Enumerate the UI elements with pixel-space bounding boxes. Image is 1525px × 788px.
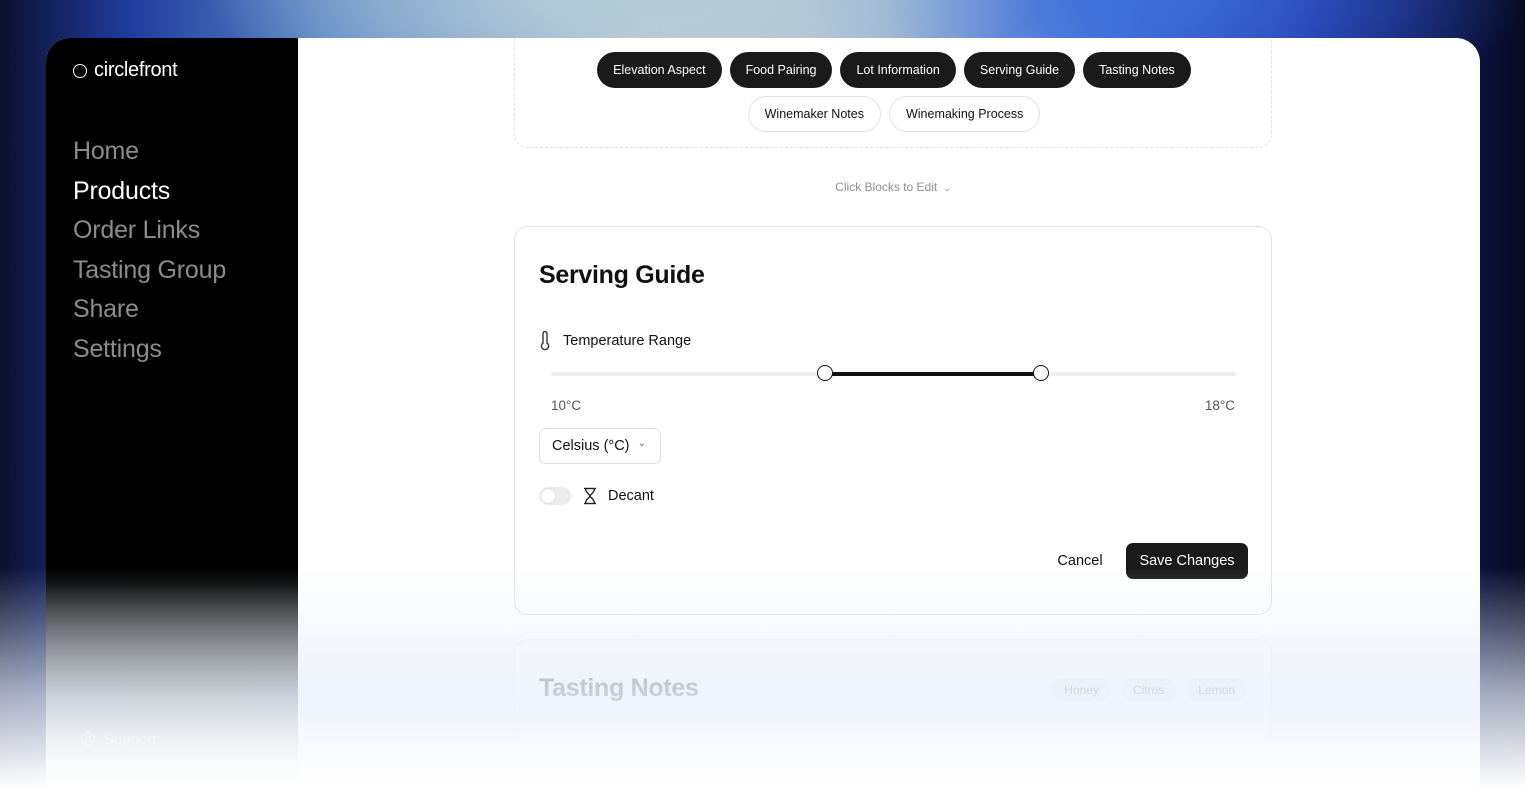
hourglass-icon: [584, 487, 596, 505]
temperature-slider-max-handle[interactable]: [1032, 365, 1049, 381]
tag-citrus: Citrus: [1120, 678, 1177, 702]
nav-item-products[interactable]: Products: [73, 175, 226, 215]
click-blocks-to-edit[interactable]: Click Blocks to Edit ⌄: [514, 180, 1272, 194]
lifebuoy-icon: [80, 731, 96, 747]
support-label: Support: [104, 730, 157, 748]
tasting-notes-tags: Honey Citrus Lemon: [1052, 678, 1247, 702]
send-icon: [80, 767, 96, 783]
chip-winemaking-process[interactable]: Winemaking Process: [888, 96, 1041, 132]
chip-tasting-notes[interactable]: Tasting Notes: [1083, 52, 1191, 88]
temperature-slider[interactable]: [551, 365, 1236, 381]
thermometer-icon: [540, 331, 550, 351]
decant-toggle[interactable]: [539, 487, 571, 505]
support-link[interactable]: Support: [80, 721, 170, 757]
click-edit-label: Click Blocks to Edit: [835, 180, 938, 194]
chip-elevation-aspect[interactable]: Elevation Aspect: [597, 52, 722, 88]
nav-item-settings[interactable]: Settings: [73, 333, 226, 373]
sidebar-footer: Support Feedback: [80, 721, 170, 788]
circle-logo-icon: [73, 63, 87, 78]
tag-lemon: Lemon: [1186, 678, 1247, 702]
feedback-link[interactable]: Feedback: [80, 757, 170, 788]
range-max-label: 18°C: [1204, 398, 1235, 413]
unit-select-value: Celsius (°C): [552, 438, 630, 454]
decant-label: Decant: [608, 488, 654, 504]
app-window: circlefront Home Products Order Links Ta…: [46, 38, 1480, 788]
chip-lot-information[interactable]: Lot Information: [840, 52, 956, 88]
temperature-unit-select[interactable]: Celsius (°C) ⌄: [539, 428, 661, 464]
temperature-range-label: Temperature Range: [563, 333, 692, 349]
blocks-selector: Elevation Aspect Food Pairing Lot Inform…: [514, 38, 1272, 148]
tasting-notes-card[interactable]: Tasting Notes Honey Citrus Lemon: [514, 639, 1272, 743]
save-changes-button[interactable]: Save Changes: [1126, 543, 1248, 579]
block-chips: Elevation Aspect Food Pairing Lot Inform…: [515, 52, 1273, 132]
range-min-label: 10°C: [551, 398, 582, 413]
tag-honey: Honey: [1052, 678, 1111, 702]
temperature-range-header: Temperature Range: [539, 331, 691, 351]
nav-item-order-links[interactable]: Order Links: [73, 214, 226, 254]
sidebar: circlefront Home Products Order Links Ta…: [46, 38, 298, 788]
serving-guide-title: Serving Guide: [539, 261, 705, 289]
sidebar-nav: Home Products Order Links Tasting Group …: [73, 135, 226, 372]
temperature-slider-min-handle[interactable]: [817, 365, 833, 381]
tasting-notes-title: Tasting Notes: [539, 674, 699, 702]
brand-name: circlefront: [94, 59, 178, 81]
main-content: Elevation Aspect Food Pairing Lot Inform…: [298, 38, 1480, 788]
serving-guide-card: Serving Guide Temperature Range 10°C 18°…: [514, 226, 1272, 615]
chip-serving-guide[interactable]: Serving Guide: [963, 52, 1076, 88]
nav-item-share[interactable]: Share: [73, 293, 226, 333]
chip-winemaker-notes[interactable]: Winemaker Notes: [747, 96, 881, 132]
logo[interactable]: circlefront: [73, 59, 178, 82]
decant-row: Decant: [539, 487, 654, 505]
nav-item-home[interactable]: Home: [73, 135, 226, 175]
cancel-button[interactable]: Cancel: [1045, 543, 1115, 579]
chevron-down-icon: ⌄: [943, 183, 951, 193]
toggle-knob: [541, 489, 555, 503]
temperature-slider-fill: [825, 372, 1041, 376]
nav-item-tasting-group[interactable]: Tasting Group: [73, 254, 226, 294]
feedback-label: Feedback: [104, 766, 170, 784]
chevron-down-icon: ⌄: [637, 438, 646, 449]
chip-food-pairing[interactable]: Food Pairing: [729, 52, 833, 88]
